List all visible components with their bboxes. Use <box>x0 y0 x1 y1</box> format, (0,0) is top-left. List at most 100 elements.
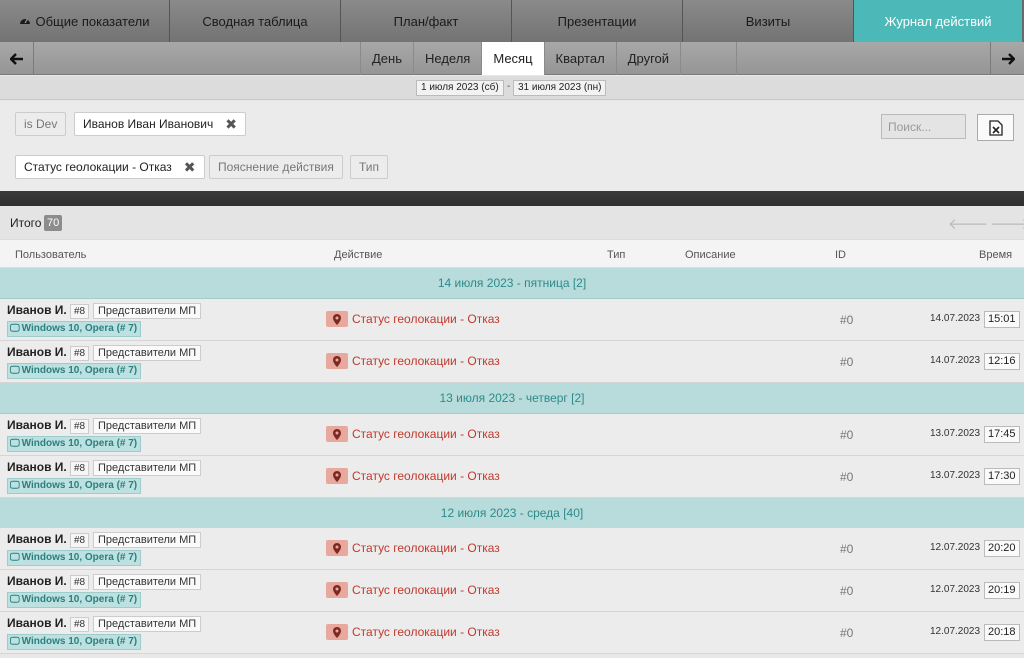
record-date: 12.07.2023 <box>930 626 981 637</box>
tab-label: Журнал действий <box>884 13 992 29</box>
action-link[interactable]: Статус геолокации - Отказ <box>326 353 500 369</box>
date-from[interactable]: 1 июля 2023 (сб) <box>416 80 504 96</box>
column-action[interactable]: Действие <box>334 249 382 261</box>
filter-is-dev[interactable]: is Dev <box>15 112 67 136</box>
record-date: 14.07.2023 <box>930 313 981 324</box>
table-row[interactable]: Иванов И. И. #8 Представители МП 🖵 Window… <box>0 612 1024 654</box>
action-link[interactable]: Статус геолокации - Отказ <box>326 311 500 327</box>
action-link[interactable]: Статус геолокации - Отказ <box>326 468 500 484</box>
arrow-left-icon <box>9 52 23 65</box>
action-link[interactable]: Статус геолокации - Отказ <box>326 426 500 442</box>
record-time: 15:01 <box>984 311 1020 328</box>
period-tab-week[interactable]: Неделя <box>414 42 483 75</box>
record-time: 20:19 <box>984 582 1020 599</box>
monitor-icon: 🖵 <box>10 438 20 449</box>
close-icon[interactable]: ✖ <box>184 159 196 176</box>
period-tab-day[interactable]: День <box>360 42 414 75</box>
prev-period-button[interactable] <box>0 42 34 75</box>
table-row[interactable]: Иванов И. И. #8 Представители МП 🖵 Window… <box>0 528 1024 570</box>
record-time: 17:45 <box>984 426 1020 443</box>
date-range: 1 июля 2023 (сб) - 31 июля 2023 (пн) <box>0 76 1024 100</box>
monitor-icon: 🖵 <box>10 552 20 563</box>
filter-status-label: Статус геолокации - Отказ <box>24 160 172 174</box>
filter-type-label: Тип <box>359 160 380 174</box>
tab-plan-fact[interactable]: План/факт <box>341 0 512 42</box>
filter-is-dev-label: is Dev <box>24 117 58 131</box>
device-badge: 🖵 Windows 10, Opera (# 7) <box>7 634 142 650</box>
totals-row: Итого 70 🡐 🡒 <box>0 206 1024 239</box>
column-description[interactable]: Описание <box>685 249 736 261</box>
tab-summary-table[interactable]: Сводная таблица <box>170 0 341 42</box>
date-to[interactable]: 31 июля 2023 (пн) <box>513 80 607 96</box>
record-id: #0 <box>840 470 854 484</box>
user-id-badge: #8 <box>70 419 90 434</box>
action-label: Статус геолокации - Отказ <box>352 312 500 326</box>
map-pin-icon <box>326 426 348 442</box>
tab-action-log[interactable]: Журнал действий <box>854 0 1022 42</box>
device-label: Windows 10, Opera (# 7) <box>21 594 138 605</box>
next-period-button[interactable] <box>990 42 1024 75</box>
date-group-header: 14 июля 2023 - пятница [2] <box>0 268 1024 299</box>
export-excel-button[interactable] <box>977 114 1014 141</box>
filter-status[interactable]: Статус геолокации - Отказ ✖ <box>15 155 205 179</box>
arrow-left-icon[interactable]: 🡐 <box>948 214 988 233</box>
record-id: #0 <box>840 355 854 369</box>
device-label: Windows 10, Opera (# 7) <box>21 438 138 449</box>
table-row[interactable]: Иванов И. И. #8 Представители МП 🖵 Window… <box>0 341 1024 383</box>
device-badge: 🖵 Windows 10, Opera (# 7) <box>7 321 142 337</box>
user-role-badge: Представители МП <box>93 532 202 548</box>
user-id-badge: #8 <box>70 575 90 590</box>
record-time: 20:18 <box>984 624 1020 641</box>
user-role-badge: Представители МП <box>93 616 202 632</box>
column-time[interactable]: Время <box>979 249 1012 261</box>
filter-type[interactable]: Тип <box>350 155 389 179</box>
date-group-header: 13 июля 2023 - четверг [2] <box>0 383 1024 414</box>
device-label: Windows 10, Opera (# 7) <box>21 480 138 491</box>
user-role-badge: Представители МП <box>93 345 202 361</box>
action-link[interactable]: Статус геолокации - Отказ <box>326 540 500 556</box>
tab-label: План/факт <box>393 13 459 29</box>
device-label: Windows 10, Opera (# 7) <box>21 552 138 563</box>
gauge-icon <box>20 18 31 24</box>
user-role-badge: Представители МП <box>93 460 202 476</box>
arrow-right-icon[interactable]: 🡒 <box>990 214 1024 233</box>
action-label: Статус геолокации - Отказ <box>352 583 500 597</box>
record-time: 20:20 <box>984 540 1020 557</box>
period-tab-month[interactable]: Месяц <box>482 42 545 75</box>
tab-label: Сводная таблица <box>202 13 308 29</box>
table-row[interactable]: Иванов И. И. #8 Представители МП 🖵 Window… <box>0 456 1024 498</box>
table-row[interactable]: Иванов И. И. #8 Представители МП 🖵 Window… <box>0 570 1024 612</box>
filter-explanation[interactable]: Пояснение действия <box>209 155 343 179</box>
user-id-badge: #8 <box>70 304 90 319</box>
action-label: Статус геолокации - Отказ <box>352 541 500 555</box>
column-id[interactable]: ID <box>835 249 846 261</box>
device-badge: 🖵 Windows 10, Opera (# 7) <box>7 436 142 452</box>
period-tab-quarter[interactable]: Квартал <box>545 42 617 75</box>
table-row[interactable]: Иванов И. И. #8 Представители МП 🖵 Window… <box>0 414 1024 456</box>
monitor-icon: 🖵 <box>10 365 20 376</box>
close-icon[interactable]: ✖ <box>225 116 237 133</box>
action-label: Статус геолокации - Отказ <box>352 469 500 483</box>
section-divider <box>0 191 1024 206</box>
tab-general-indicators[interactable]: Общие показатели <box>0 0 170 42</box>
tab-presentations[interactable]: Презентации <box>512 0 683 42</box>
action-link[interactable]: Статус геолокации - Отказ <box>326 582 500 598</box>
table-row[interactable]: Иванов И. И. #8 Представители МП 🖵 Window… <box>0 299 1024 341</box>
search-input[interactable] <box>881 114 966 139</box>
filter-user[interactable]: Иванов Иван Иванович ✖ <box>74 112 246 136</box>
record-id: #0 <box>840 542 854 556</box>
column-type[interactable]: Тип <box>607 249 625 261</box>
tab-visits[interactable]: Визиты <box>683 0 854 42</box>
user-id-badge: #8 <box>70 346 90 361</box>
table-header: Пользователь Действие Тип Описание ID Вр… <box>0 239 1024 268</box>
period-bar: День Неделя Месяц Квартал Другой <box>0 42 1024 75</box>
date-separator: - <box>507 81 511 92</box>
device-badge: 🖵 Windows 10, Opera (# 7) <box>7 363 142 379</box>
filters-panel: is Dev Иванов Иван Иванович ✖ Статус гео… <box>0 101 1024 191</box>
record-date: 12.07.2023 <box>930 542 981 553</box>
period-tab-other[interactable]: Другой <box>617 42 682 75</box>
totals-label: Итого <box>10 216 42 230</box>
column-user[interactable]: Пользователь <box>15 249 86 261</box>
action-link[interactable]: Статус геолокации - Отказ <box>326 624 500 640</box>
period-tabs: День Неделя Месяц Квартал Другой <box>360 42 738 75</box>
